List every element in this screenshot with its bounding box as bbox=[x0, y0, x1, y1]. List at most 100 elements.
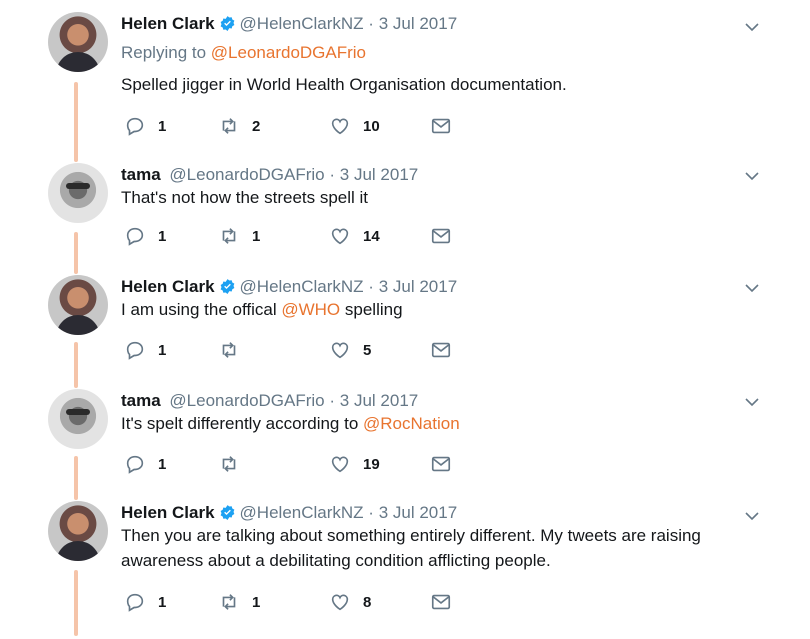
like-count: 8 bbox=[363, 593, 372, 611]
mention-link[interactable]: @WHO bbox=[281, 300, 340, 319]
tweet-actions: 1 5 bbox=[121, 338, 641, 362]
reply-icon bbox=[126, 341, 144, 360]
tweet-header: tama @LeonardoDGAFrio · 3 Jul 2017 bbox=[121, 390, 418, 412]
retweet-icon bbox=[222, 594, 236, 610]
caret-down-icon[interactable] bbox=[743, 167, 761, 185]
caret-down-icon[interactable] bbox=[743, 18, 761, 36]
tweet-thread: Helen Clark @HelenClarkNZ · 3 Jul 2017 Re… bbox=[0, 0, 810, 639]
tweet-text: I am using the offical @WHO spelling bbox=[121, 297, 761, 322]
direct-message-button[interactable] bbox=[430, 338, 452, 362]
text-before-mention: I am using the offical bbox=[121, 300, 277, 319]
tweet-header: tama @LeonardoDGAFrio · 3 Jul 2017 bbox=[121, 164, 418, 186]
retweet-count: 1 bbox=[252, 593, 261, 611]
author-handle[interactable]: @HelenClarkNZ bbox=[240, 503, 364, 522]
tweet-text: Spelled jigger in World Health Organisat… bbox=[121, 75, 567, 94]
avatar[interactable] bbox=[48, 275, 108, 335]
mention-link[interactable]: @RocNation bbox=[363, 414, 460, 433]
like-button[interactable]: 5 bbox=[329, 338, 371, 362]
author-handle[interactable]: @LeonardoDGAFrio bbox=[169, 165, 324, 184]
author-name[interactable]: Helen Clark bbox=[121, 277, 215, 296]
retweet-icon bbox=[222, 118, 236, 134]
like-icon bbox=[331, 342, 349, 359]
reply-button[interactable]: 1 bbox=[124, 452, 166, 476]
tweet-header: Helen Clark @HelenClarkNZ · 3 Jul 2017 bbox=[121, 276, 457, 298]
tweet-date[interactable]: 3 Jul 2017 bbox=[379, 277, 457, 296]
direct-message-button[interactable] bbox=[430, 590, 452, 614]
tweet-date[interactable]: 3 Jul 2017 bbox=[379, 503, 457, 522]
author-name[interactable]: Helen Clark bbox=[121, 503, 215, 522]
tweet-header: Helen Clark @HelenClarkNZ · 3 Jul 2017 bbox=[121, 502, 457, 524]
direct-message-button[interactable] bbox=[430, 452, 452, 476]
verified-badge-icon bbox=[220, 16, 234, 31]
reply-icon bbox=[126, 593, 144, 612]
thread-connector bbox=[74, 342, 78, 388]
reply-icon bbox=[126, 227, 144, 246]
thread-connector bbox=[74, 456, 78, 500]
separator: · bbox=[368, 277, 374, 296]
tweet-text: Then you are talking about something ent… bbox=[121, 526, 701, 570]
retweet-count: 1 bbox=[252, 227, 261, 245]
author-handle[interactable]: @HelenClarkNZ bbox=[240, 14, 364, 33]
avatar[interactable] bbox=[48, 163, 108, 223]
like-button[interactable]: 19 bbox=[329, 452, 380, 476]
reply-count: 1 bbox=[158, 593, 167, 611]
reply-count: 1 bbox=[158, 455, 167, 473]
replying-to: Replying to @LeonardoDGAFrio bbox=[121, 42, 366, 64]
tweet-text: It's spelt differently according to @Roc… bbox=[121, 411, 761, 436]
reply-button[interactable]: 1 bbox=[124, 114, 166, 138]
thread-connector bbox=[74, 570, 78, 636]
direct-message-icon bbox=[431, 594, 451, 610]
avatar[interactable] bbox=[48, 389, 108, 449]
separator: · bbox=[329, 391, 336, 410]
verified-badge-icon bbox=[220, 505, 234, 520]
separator: · bbox=[368, 503, 374, 522]
like-count: 14 bbox=[363, 227, 380, 245]
retweet-button[interactable] bbox=[218, 452, 240, 476]
reply-button[interactable]: 1 bbox=[124, 224, 166, 248]
reply-count: 1 bbox=[158, 227, 167, 245]
replying-prefix: Replying to bbox=[121, 43, 207, 62]
reply-icon bbox=[126, 455, 144, 474]
caret-down-icon[interactable] bbox=[743, 279, 761, 297]
thread-connector bbox=[74, 232, 78, 274]
reply-button[interactable]: 1 bbox=[124, 590, 166, 614]
tweet-date[interactable]: 3 Jul 2017 bbox=[379, 14, 457, 33]
retweet-button[interactable]: 2 bbox=[218, 114, 260, 138]
author-name[interactable]: tama bbox=[121, 165, 161, 184]
author-name[interactable]: tama bbox=[121, 391, 161, 410]
like-count: 5 bbox=[363, 341, 372, 359]
tweet-header: Helen Clark @HelenClarkNZ · 3 Jul 2017 bbox=[121, 13, 457, 35]
like-button[interactable]: 14 bbox=[329, 224, 380, 248]
thread-connector bbox=[74, 82, 78, 162]
avatar[interactable] bbox=[48, 501, 108, 561]
retweet-button[interactable] bbox=[218, 338, 240, 362]
avatar[interactable] bbox=[48, 12, 108, 72]
separator: · bbox=[329, 165, 336, 184]
like-icon bbox=[331, 456, 349, 473]
direct-message-icon bbox=[431, 342, 451, 358]
tweet-date[interactable]: 3 Jul 2017 bbox=[340, 165, 418, 184]
separator: · bbox=[368, 14, 374, 33]
tweet-date[interactable]: 3 Jul 2017 bbox=[340, 391, 418, 410]
retweet-button[interactable]: 1 bbox=[218, 224, 260, 248]
retweet-icon bbox=[222, 228, 236, 244]
retweet-button[interactable]: 1 bbox=[218, 590, 260, 614]
author-handle[interactable]: @LeonardoDGAFrio bbox=[169, 391, 324, 410]
replying-mention[interactable]: @LeonardoDGAFrio bbox=[211, 43, 366, 62]
like-button[interactable]: 10 bbox=[329, 114, 380, 138]
reply-button[interactable]: 1 bbox=[124, 338, 166, 362]
like-button[interactable]: 8 bbox=[329, 590, 371, 614]
author-handle[interactable]: @HelenClarkNZ bbox=[240, 277, 364, 296]
caret-down-icon[interactable] bbox=[743, 393, 761, 411]
tweet-actions: 1 2 10 bbox=[121, 114, 641, 138]
like-count: 10 bbox=[363, 117, 380, 135]
text-after-mention: spelling bbox=[344, 300, 403, 319]
reply-count: 1 bbox=[158, 117, 167, 135]
direct-message-button[interactable] bbox=[430, 224, 452, 248]
direct-message-button[interactable] bbox=[430, 114, 452, 138]
author-name[interactable]: Helen Clark bbox=[121, 14, 215, 33]
reply-icon bbox=[126, 117, 144, 136]
tweet-actions: 1 1 14 bbox=[121, 224, 641, 248]
like-count: 19 bbox=[363, 455, 380, 473]
text-before-mention: It's spelt differently according to bbox=[121, 414, 359, 433]
